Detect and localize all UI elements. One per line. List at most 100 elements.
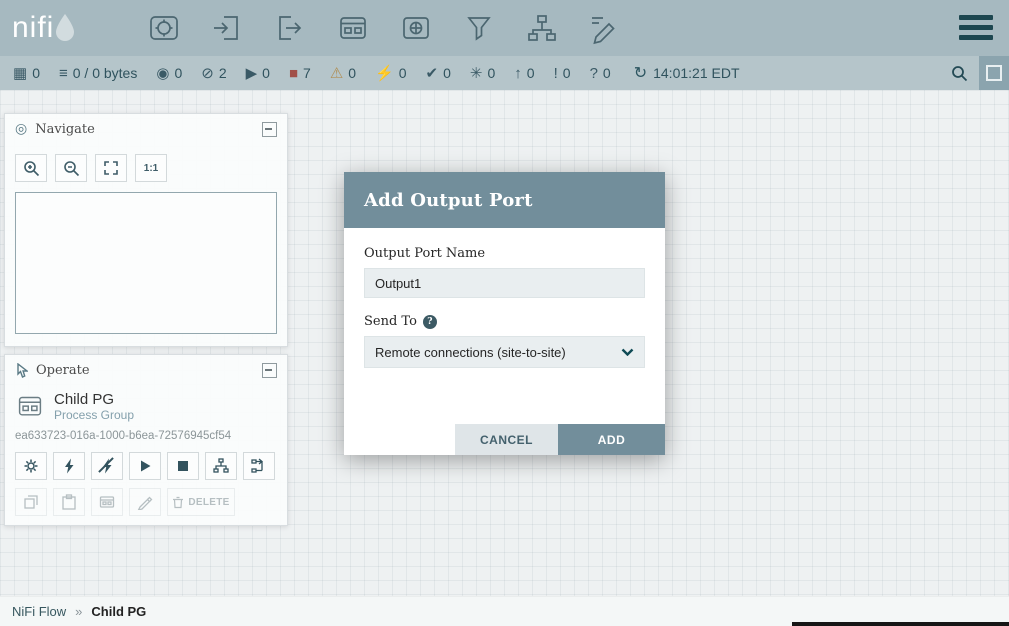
- square-icon: [986, 65, 1002, 81]
- operate-buttons-row-1: [5, 444, 287, 480]
- group-icon: [99, 494, 115, 510]
- disabled-bolt-icon: ⚡: [375, 66, 394, 81]
- send-to-selected-value: Remote connections (site-to-site): [375, 345, 566, 360]
- hand-pointer-icon: [15, 363, 28, 378]
- side-panel-toggle-button[interactable]: [979, 56, 1009, 90]
- fill-color-button[interactable]: [129, 488, 161, 516]
- play-icon: ▶: [246, 66, 258, 81]
- template-icon[interactable]: [524, 10, 560, 46]
- status-active-threads: ▦0: [13, 65, 40, 81]
- dialog-body: Output Port Name Send To ? Remote connec…: [344, 228, 665, 368]
- grid-icon: ▦: [13, 66, 27, 81]
- enable-button[interactable]: [53, 452, 85, 480]
- component-id: ea633723-016a-1000-b6ea-72576945cf54: [5, 424, 287, 444]
- output-port-icon[interactable]: [272, 10, 308, 46]
- collapse-navigate-button[interactable]: [262, 122, 277, 137]
- dialog-header: Add Output Port: [344, 172, 665, 228]
- delete-button[interactable]: DELETE: [167, 488, 235, 516]
- label-icon[interactable]: [587, 10, 623, 46]
- global-menu-icon[interactable]: [959, 15, 993, 40]
- zoom-out-button[interactable]: [55, 154, 87, 182]
- last-refreshed: ↻ 14:01:21 EDT: [634, 63, 740, 83]
- nifi-app-window: nifi: [0, 0, 1009, 626]
- group-button[interactable]: [91, 488, 123, 516]
- component-names: Child PG Process Group: [54, 391, 134, 422]
- exclamation-icon: !: [554, 66, 558, 81]
- refresh-icon[interactable]: ↻: [634, 63, 647, 83]
- breadcrumb-separator: »: [75, 604, 82, 619]
- brush-icon: [137, 494, 153, 510]
- stop-icon: ■: [289, 66, 298, 81]
- asterisk-icon: ✳: [470, 66, 483, 81]
- status-bar-right: [939, 56, 1009, 90]
- input-port-icon[interactable]: [209, 10, 245, 46]
- delete-button-label: DELETE: [188, 497, 229, 508]
- navigate-panel: ◎ Navigate 1:1: [4, 113, 288, 347]
- zoom-actual-size-button[interactable]: 1:1: [135, 154, 167, 182]
- output-port-name-input[interactable]: [364, 268, 645, 298]
- arrow-up-icon: ↑: [514, 66, 522, 81]
- status-stale: ↑0: [514, 65, 534, 81]
- navigate-buttons: 1:1: [5, 144, 287, 186]
- send-to-dropdown[interactable]: Remote connections (site-to-site): [364, 336, 645, 368]
- operate-panel-title: Operate: [36, 363, 90, 378]
- upload-template-button[interactable]: [205, 452, 237, 480]
- search-icon[interactable]: [939, 56, 979, 90]
- help-icon[interactable]: ?: [423, 315, 437, 329]
- start-button[interactable]: [129, 452, 161, 480]
- paste-button[interactable]: [53, 488, 85, 516]
- birdseye-minimap[interactable]: [15, 192, 277, 334]
- status-not-transmitting: ⊘2: [201, 65, 226, 81]
- configure-button[interactable]: [15, 452, 47, 480]
- question-icon: ?: [590, 66, 598, 81]
- processor-icon[interactable]: [146, 10, 182, 46]
- operate-buttons-row-2: DELETE: [5, 480, 287, 516]
- template-upload-icon: [213, 458, 229, 474]
- status-up-to-date: ✔0: [426, 65, 451, 81]
- component-toolbar: [146, 10, 623, 46]
- zoom-fit-button[interactable]: [95, 154, 127, 182]
- copy-icon: [23, 494, 39, 510]
- cancel-button[interactable]: CANCEL: [455, 424, 558, 455]
- breadcrumb-root[interactable]: NiFi Flow: [12, 604, 66, 619]
- breadcrumb-current[interactable]: Child PG: [91, 604, 146, 619]
- copy-button[interactable]: [15, 488, 47, 516]
- status-sync-failure: ?0: [590, 65, 611, 81]
- flow-status-bar: ▦0 ≡0 / 0 bytes ◉0 ⊘2 ▶0 ■7 ⚠0 ⚡0 ✔0 ✳0 …: [0, 56, 1009, 90]
- play-icon: [138, 459, 152, 473]
- add-button[interactable]: ADD: [558, 424, 665, 455]
- process-group-icon[interactable]: [335, 10, 371, 46]
- warning-icon: ⚠: [330, 66, 343, 81]
- collapse-operate-button[interactable]: [262, 363, 277, 378]
- disable-button[interactable]: [91, 452, 123, 480]
- dialog-title: Add Output Port: [364, 190, 533, 211]
- dialog-buttons: CANCEL ADD: [455, 424, 665, 455]
- output-port-name-label: Output Port Name: [364, 246, 645, 261]
- process-group-icon: [15, 394, 45, 420]
- hamburger-bar: [959, 35, 993, 40]
- remote-process-group-icon[interactable]: [398, 10, 434, 46]
- lightning-slash-icon: [100, 458, 114, 474]
- funnel-icon[interactable]: [461, 10, 497, 46]
- selected-component: Child PG Process Group: [5, 385, 287, 424]
- nifi-droplet-icon: [52, 11, 78, 45]
- status-locally-modified: ✳0: [470, 65, 495, 81]
- status-queued: ≡0 / 0 bytes: [59, 65, 137, 81]
- zoom-in-button[interactable]: [15, 154, 47, 182]
- one-to-one-icon: 1:1: [144, 163, 158, 174]
- stop-icon: [177, 460, 189, 472]
- operate-panel: Operate Child PG Process Group ea633723-…: [4, 354, 288, 526]
- stop-button[interactable]: [167, 452, 199, 480]
- send-to-label-row: Send To ?: [364, 314, 645, 329]
- status-disabled: ⚡0: [375, 65, 406, 81]
- operate-panel-header: Operate: [5, 355, 287, 385]
- trash-icon: [172, 496, 184, 509]
- component-name: Child PG: [54, 391, 134, 408]
- transmit-icon: ◉: [156, 66, 169, 81]
- window-edge-artifact: [792, 622, 1009, 626]
- lightning-icon: [62, 458, 76, 474]
- navigate-panel-title: Navigate: [35, 122, 95, 137]
- last-refreshed-time: 14:01:21 EDT: [653, 65, 739, 81]
- flow-canvas[interactable]: ◎ Navigate 1:1: [0, 90, 1009, 596]
- create-template-button[interactable]: [243, 452, 275, 480]
